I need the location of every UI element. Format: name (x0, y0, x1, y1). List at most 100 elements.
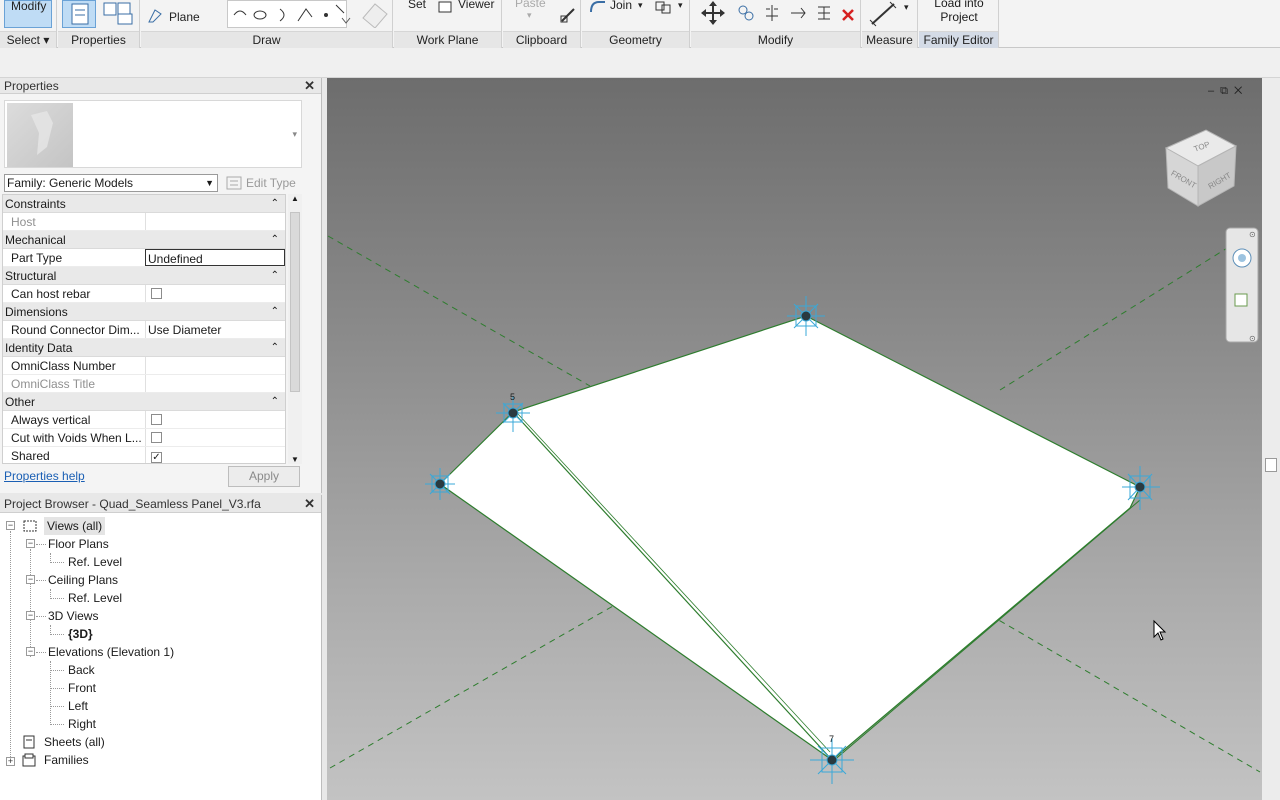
families-icon (22, 753, 36, 767)
tree-floor-ref-level[interactable]: Ref. Level (68, 553, 122, 571)
right-scrollbar[interactable] (1262, 78, 1280, 800)
part-type-field[interactable]: Undefined (145, 249, 285, 266)
close-icon[interactable]: ✕ (304, 495, 315, 513)
viewcube[interactable]: TOP FRONT RIGHT (1164, 129, 1238, 207)
shared-checkbox[interactable]: ✓ (151, 452, 162, 463)
paste-button[interactable]: Paste (515, 0, 546, 10)
model-canvas[interactable]: 5 7 TOP FRONT RIGHT ⊙ ⊙ (327, 78, 1280, 800)
row-part-type[interactable]: Part Type Undefined (3, 249, 285, 267)
select-dropdown[interactable]: Select ▾ (0, 31, 56, 48)
type-properties-icon[interactable] (102, 2, 134, 26)
type-selector[interactable]: ▾ (4, 100, 302, 168)
expand-families-icon[interactable]: + (6, 757, 15, 766)
draw-shapes-icons[interactable] (228, 1, 348, 29)
tree-3d-views[interactable]: 3D Views (48, 607, 98, 625)
geometry-panel: Join ▾ ▾ Geometry (582, 0, 690, 48)
collapse-elevations-icon[interactable]: − (26, 647, 35, 656)
tree-floor-plans[interactable]: Floor Plans (48, 535, 109, 553)
views-icon (23, 520, 37, 532)
edit-type-button[interactable]: Edit Type (246, 174, 296, 192)
properties-scrollbar[interactable]: ▲ ▼ (288, 194, 302, 464)
row-round-connector[interactable]: Round Connector Dim... Use Diameter (3, 321, 285, 339)
mirror-icon[interactable] (763, 4, 781, 22)
group-constraints[interactable]: Constraints ⌃ (3, 195, 285, 213)
viewer-button[interactable]: Viewer (458, 0, 494, 11)
join-button[interactable]: Join (610, 0, 632, 12)
tree-views-all[interactable]: Views (all) (44, 517, 106, 535)
tree-ceiling-ref-level[interactable]: Ref. Level (68, 589, 122, 607)
family-editor-panel-title: Family Editor (919, 31, 998, 48)
close-icon[interactable]: ✕ (1234, 85, 1248, 97)
chevron-down-icon[interactable]: ▾ (292, 129, 297, 140)
family-filter-select[interactable]: Family: Generic Models ▼ (4, 174, 218, 192)
group-structural[interactable]: Structural ⌃ (3, 267, 285, 285)
cut-dropdown-icon[interactable]: ▾ (678, 0, 683, 11)
group-mechanical[interactable]: Mechanical ⌃ (3, 231, 285, 249)
scrollbar-thumb[interactable] (290, 212, 300, 392)
tree-elevation-back[interactable]: Back (68, 661, 95, 679)
modify-button[interactable]: Modify (4, 0, 52, 28)
plane-button[interactable]: Plane (169, 10, 200, 24)
minimize-icon[interactable]: – (1208, 85, 1220, 97)
measure-icon[interactable] (868, 0, 898, 28)
group-identity-data[interactable]: Identity Data ⌃ (3, 339, 285, 357)
3d-viewport[interactable]: 5 7 TOP FRONT RIGHT ⊙ ⊙ (327, 78, 1280, 800)
svg-text:⊙: ⊙ (1249, 334, 1256, 343)
load-into-project-button[interactable]: Load into Project (919, 0, 999, 24)
cut-geometry-icon[interactable] (654, 0, 674, 14)
tree-families[interactable]: Families (44, 751, 89, 769)
row-shared: Shared ✓ (3, 447, 285, 463)
join-dropdown-icon[interactable]: ▾ (638, 0, 643, 11)
draw-panel-title: Draw (141, 31, 392, 48)
clipboard-panel-title: Clipboard (503, 31, 580, 48)
tree-elevation-front[interactable]: Front (68, 679, 96, 697)
cut-with-voids-checkbox[interactable] (151, 432, 162, 443)
scrollbar-thumb[interactable] (1265, 458, 1277, 472)
collapse-icon: ⌃ (270, 306, 279, 317)
collapse-views-icon[interactable]: − (6, 521, 15, 530)
properties-button[interactable] (62, 0, 96, 28)
collapse-floor-plans-icon[interactable]: − (26, 539, 35, 548)
navigation-bar[interactable]: ⊙ ⊙ (1225, 227, 1259, 343)
tree-3d-view-active[interactable]: {3D} (68, 625, 93, 643)
row-omniclass-number[interactable]: OmniClass Number (3, 357, 285, 375)
row-always-vertical: Always vertical (3, 411, 285, 429)
work-plane-viewer-icon (362, 3, 388, 28)
viewer-icon (438, 1, 452, 13)
work-plane-panel-title: Work Plane (394, 31, 501, 48)
collapse-icon: ⌃ (270, 234, 279, 245)
set-button[interactable]: Set (408, 0, 426, 11)
collapse-icon: ⌃ (270, 198, 279, 209)
trim-icon[interactable] (789, 4, 807, 22)
copy-icon[interactable] (737, 4, 755, 22)
paste-dropdown-icon[interactable]: ▾ (527, 10, 532, 21)
match-properties-icon[interactable] (559, 6, 577, 24)
measure-panel-title: Measure (862, 31, 917, 48)
can-host-rebar-checkbox[interactable] (151, 288, 162, 299)
always-vertical-checkbox[interactable] (151, 414, 162, 425)
group-dimensions[interactable]: Dimensions ⌃ (3, 303, 285, 321)
family-select-value: Family: Generic Models (7, 176, 134, 190)
move-icon[interactable] (699, 0, 727, 26)
tree-elevation-left[interactable]: Left (68, 697, 88, 715)
group-other[interactable]: Other ⌃ (3, 393, 285, 411)
draw-gallery-expand-icon[interactable] (341, 16, 351, 26)
close-icon[interactable]: ✕ (304, 78, 315, 94)
collapse-3d-views-icon[interactable]: − (26, 611, 35, 620)
restore-icon[interactable]: ⧉ (1220, 85, 1234, 97)
view-window-controls[interactable]: –⧉✕ (1208, 85, 1248, 98)
project-label: Project (940, 10, 978, 24)
properties-help-link[interactable]: Properties help (4, 469, 85, 483)
row-can-host-rebar: Can host rebar (3, 285, 285, 303)
tree-sheets-all[interactable]: Sheets (all) (44, 733, 105, 751)
apply-button[interactable]: Apply (228, 466, 300, 487)
tree-ceiling-plans[interactable]: Ceiling Plans (48, 571, 118, 589)
tree-elevations[interactable]: Elevations (Elevation 1) (48, 643, 174, 661)
collapse-icon: ⌃ (270, 342, 279, 353)
mouse-cursor-icon (1153, 619, 1167, 641)
delete-icon[interactable] (841, 8, 855, 22)
measure-dropdown-icon[interactable]: ▾ (904, 2, 909, 13)
tree-elevation-right[interactable]: Right (68, 715, 96, 733)
collapse-ceiling-plans-icon[interactable]: − (26, 575, 35, 584)
offset-icon[interactable] (815, 4, 833, 22)
